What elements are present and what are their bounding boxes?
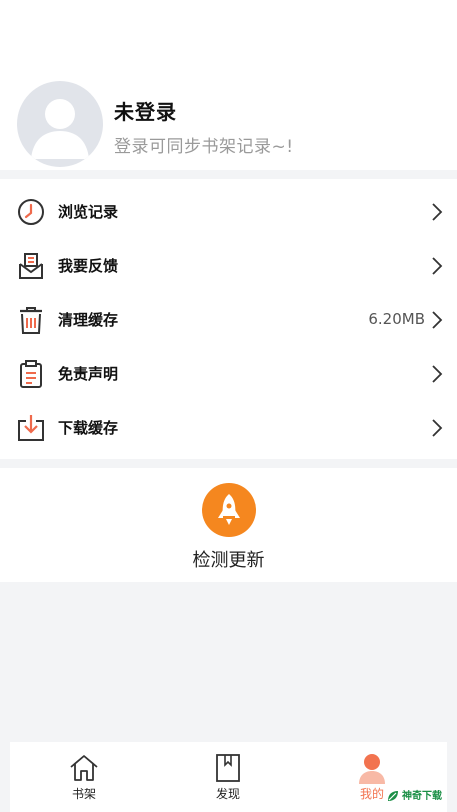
- menu-item-feedback[interactable]: 我要反馈: [0, 238, 457, 292]
- rocket-icon: [218, 494, 240, 525]
- tab-bookshelf[interactable]: 书架: [34, 742, 134, 812]
- chevron-right-icon: [432, 365, 443, 383]
- check-update-button[interactable]: [202, 483, 256, 537]
- settings-menu: 浏览记录 我要反馈 清理缓存 6.20MB 免责声明 下载缓存: [0, 179, 457, 459]
- menu-item-label: 清理缓存: [58, 311, 119, 329]
- watermark-logo: 神奇下载: [386, 786, 454, 808]
- profile-header[interactable]: 未登录 登录可同步书架记录~!: [0, 0, 457, 170]
- chevron-right-icon: [432, 203, 443, 221]
- chevron-right-icon: [432, 257, 443, 275]
- default-avatar-icon: [31, 99, 89, 159]
- menu-item-label: 免责声明: [58, 365, 119, 383]
- clipboard-icon: [20, 360, 42, 388]
- user-name[interactable]: 未登录: [114, 96, 177, 125]
- user-icon: [359, 754, 385, 784]
- book-icon: [216, 754, 240, 782]
- tab-label: 发现: [215, 787, 240, 801]
- download-box-icon: [18, 415, 44, 441]
- menu-item-label: 我要反馈: [58, 257, 119, 275]
- menu-item-disclaimer[interactable]: 免责声明: [0, 346, 457, 400]
- chevron-right-icon: [432, 311, 443, 329]
- bottom-tab-bar: 书架 发现 我的: [10, 742, 447, 812]
- home-icon: [70, 755, 98, 781]
- check-update-label[interactable]: 检测更新: [0, 546, 457, 572]
- login-hint[interactable]: 登录可同步书架记录~!: [114, 132, 294, 157]
- cache-size: 6.20MB: [368, 310, 425, 328]
- menu-item-history[interactable]: 浏览记录: [0, 184, 457, 238]
- avatar[interactable]: [17, 81, 103, 167]
- menu-item-label: 下载缓存: [58, 419, 119, 437]
- menu-item-clear-cache[interactable]: 清理缓存 6.20MB: [0, 292, 457, 346]
- check-update-section: 检测更新: [0, 468, 457, 582]
- watermark-text: 神奇下载: [402, 791, 442, 802]
- feedback-envelope-icon: [19, 253, 43, 279]
- trash-icon: [20, 307, 42, 334]
- chevron-right-icon: [432, 419, 443, 437]
- menu-item-label: 浏览记录: [58, 203, 119, 221]
- menu-item-download-cache[interactable]: 下载缓存: [0, 400, 457, 454]
- watermark-leaf-icon: [388, 791, 398, 801]
- tab-label: 书架: [71, 787, 96, 801]
- clock-icon: [18, 199, 44, 225]
- tab-discover[interactable]: 发现: [178, 742, 278, 812]
